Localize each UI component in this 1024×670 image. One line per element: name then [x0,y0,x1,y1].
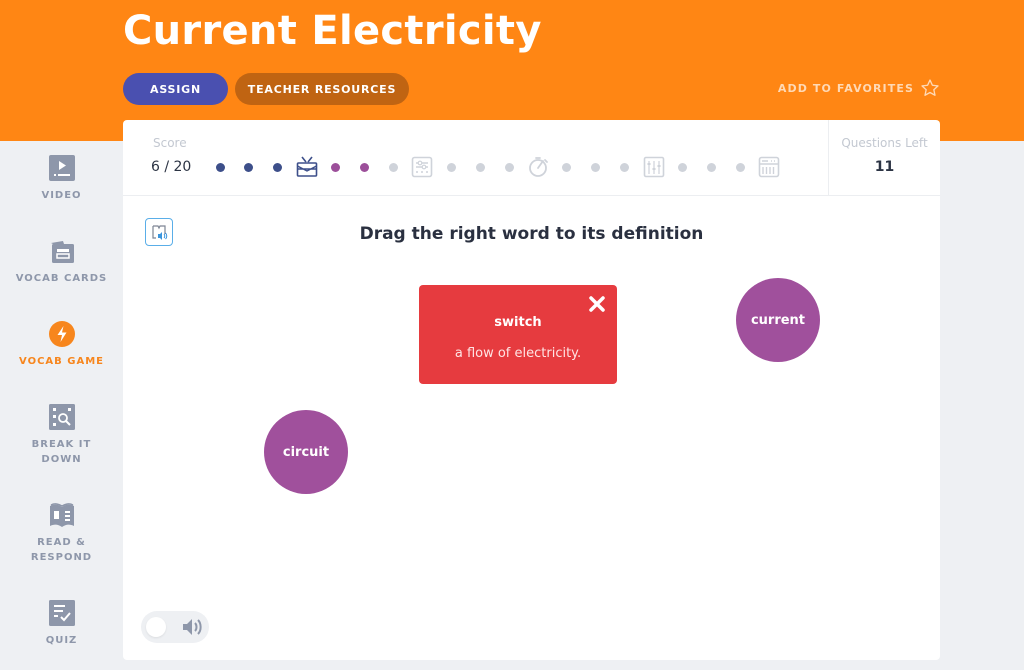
page-title: Current Electricity [123,8,542,54]
break-it-down-icon [48,403,76,431]
progress-dot [475,163,485,172]
activity-sidebar: VIDEO VOCAB CARDS VOCAB GAME BREAK IT DO… [0,141,123,670]
sidebar-item-read-respond[interactable]: READ & RESPOND [0,501,123,565]
toggle-knob [146,617,166,637]
sidebar-item-video[interactable]: VIDEO [0,154,123,203]
teacher-resources-button[interactable]: TEACHER RESOURCES [235,73,409,105]
mixer-icon [411,156,433,178]
progress-dot [244,163,254,172]
label-line: RESPOND [30,552,93,563]
progress-dot [273,163,283,172]
progress-dot [735,163,745,172]
equalizer-icon [643,156,664,178]
progress-dot [446,163,456,172]
vocab-cards-icon [48,237,76,265]
progress-dot [215,163,225,172]
keyboard-icon [758,156,780,178]
stopwatch-icon [528,157,548,177]
word-bubble-label: circuit [282,444,330,460]
sidebar-item-label: VOCAB GAME [19,356,104,367]
video-icon [48,154,76,182]
progress-dot [388,163,398,172]
progress-dot [591,163,601,172]
progress-dot [504,163,514,172]
star-icon [921,79,939,96]
sidebar-item-label: VOCAB CARDS [15,273,108,284]
sidebar-item-label: VIDEO [41,190,82,201]
progress-dot [331,163,341,172]
sidebar-item-label: BREAK IT DOWN [32,437,92,467]
drum-icon [296,156,317,177]
definition-card-word: switch [494,315,542,330]
questions-left-value: 11 [874,159,895,175]
assign-button[interactable]: ASSIGN [123,73,228,105]
sidebar-item-label: READ & RESPOND [31,535,92,565]
sidebar-item-vocab-game[interactable]: VOCAB GAME [0,320,123,369]
definition-card[interactable]: switch a flow of electricity. [419,285,617,384]
sidebar-item-quiz[interactable]: QUIZ [0,599,123,648]
definition-card-text: a flow of electricity. [454,346,582,361]
score-bar: Score 6 / 20 Questions Left 11 [123,120,940,196]
label-line: READ & [37,537,86,548]
lightning-icon [48,320,76,348]
label-line: DOWN [41,454,82,465]
sidebar-item-vocab-cards[interactable]: VOCAB CARDS [0,237,123,286]
progress-dot [706,163,716,172]
progress-track [123,120,823,196]
word-bubble-circuit[interactable]: circuit [264,410,348,494]
close-icon[interactable] [587,294,607,314]
book-icon [48,501,76,529]
word-bubble-current[interactable]: current [736,278,820,362]
add-to-favorites-label: ADD TO FAVORITES [777,81,914,95]
sidebar-item-break-it-down[interactable]: BREAK IT DOWN [0,403,123,467]
add-to-favorites-button[interactable]: ADD TO FAVORITES [778,78,940,98]
game-card: Score 6 / 20 Questions Left 11 Drag the … [123,120,940,660]
instruction-text: Drag the right word to its definition [359,224,704,244]
speaker-icon [183,619,202,635]
progress-dot [562,163,572,172]
divider [828,120,829,196]
progress-dot [620,163,630,172]
progress-dot [360,163,369,172]
quiz-icon [48,599,76,627]
sound-toggle[interactable] [141,611,209,643]
word-bubble-label: current [750,312,806,328]
sidebar-item-label: QUIZ [45,635,78,646]
label-line: BREAK IT [31,439,92,450]
progress-dot [677,163,687,172]
questions-left-label: Questions Left [841,136,928,150]
